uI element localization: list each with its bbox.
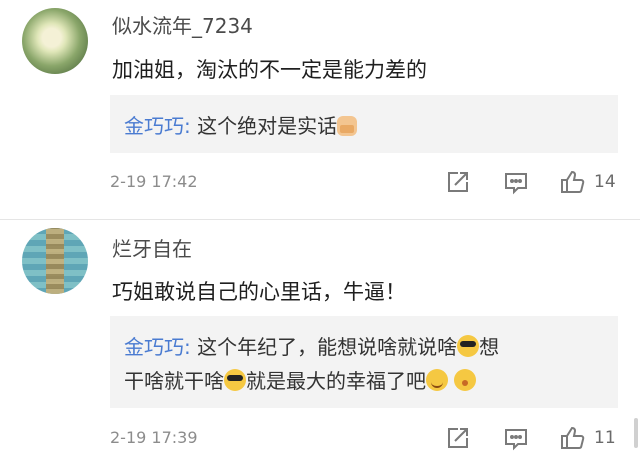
comment-item: 似水流年_7234 加油姐，淘汰的不一定是能力差的 金巧巧: 这个绝对是实话 2…: [0, 0, 640, 220]
username[interactable]: 似水流年_7234: [112, 10, 253, 39]
reply-box[interactable]: 金巧巧: 这个绝对是实话: [110, 95, 618, 153]
comment-icon[interactable]: [502, 424, 532, 454]
reply-author[interactable]: 金巧巧:: [124, 335, 191, 359]
like-count: 11: [594, 428, 616, 448]
reply-text: 金巧巧: 这个绝对是实话: [124, 109, 608, 143]
reply-content: 干啥就干啥: [124, 369, 224, 393]
comment-text: 加油姐，淘汰的不一定是能力差的: [112, 58, 427, 82]
comment-footer: 2-19 17:39 11: [110, 424, 640, 454]
sunglasses-emoji-icon: [224, 369, 246, 391]
comment-item: 烂牙自在 巧姐敢说自己的心里话，牛逼！ 金巧巧: 这个年纪了，能想说啥就说啥想干…: [0, 220, 640, 452]
timestamp: 2-19 17:39: [110, 428, 198, 447]
smile-emoji-icon: [426, 369, 448, 391]
avatar[interactable]: [22, 228, 88, 294]
shy-emoji-icon: [454, 369, 477, 391]
reply-text: 金巧巧: 这个年纪了，能想说啥就说啥想干啥就干啥 就是最大的幸福了吧: [124, 330, 608, 398]
share-icon[interactable]: [444, 168, 474, 198]
comment-footer: 2-19 17:42 14: [110, 168, 640, 198]
reply-content: 就是最大的幸福了吧: [246, 369, 426, 393]
thumbs-up-icon[interactable]: [558, 424, 588, 454]
share-icon[interactable]: [444, 424, 474, 454]
reply-content: 这个年纪了，能想说啥就说啥: [190, 335, 458, 359]
comment-icon[interactable]: [502, 168, 532, 198]
username[interactable]: 烂牙自在: [112, 233, 192, 262]
avatar[interactable]: [22, 8, 88, 74]
sunglasses-emoji-icon: [457, 335, 480, 357]
thumbs-up-emoji-icon: [337, 116, 358, 136]
reply-box[interactable]: 金巧巧: 这个年纪了，能想说啥就说啥想干啥就干啥 就是最大的幸福了吧: [110, 316, 618, 408]
like-count: 14: [594, 172, 616, 192]
comment-text: 巧姐敢说自己的心里话，牛逼！: [112, 280, 406, 304]
reply-author[interactable]: 金巧巧:: [124, 114, 191, 138]
reply-content: 想: [479, 335, 500, 359]
reply-content: 这个绝对是实话: [190, 114, 338, 138]
scrollbar[interactable]: [634, 418, 638, 448]
timestamp: 2-19 17:42: [110, 172, 198, 191]
thumbs-up-icon[interactable]: [558, 168, 588, 198]
